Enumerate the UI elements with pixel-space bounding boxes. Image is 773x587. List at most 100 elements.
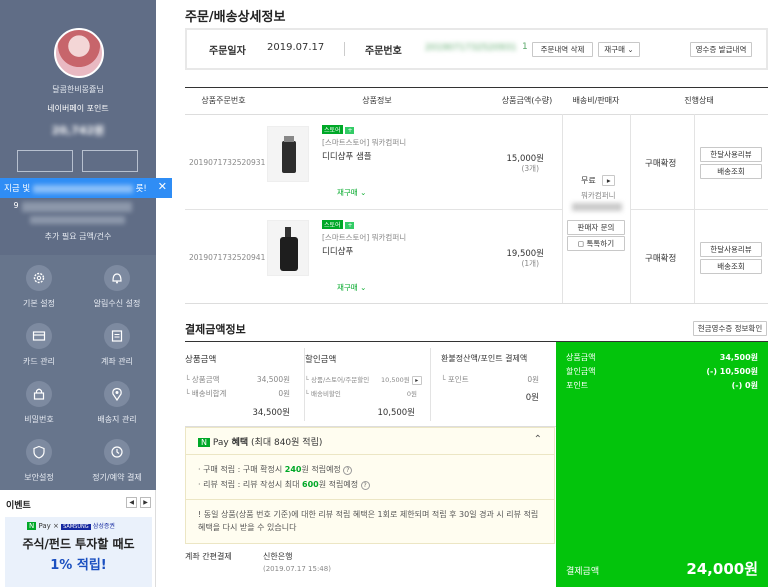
user-greeting: 달콤한비몽쥴님 xyxy=(52,85,104,94)
menu-card-management[interactable]: 카드 관리 xyxy=(0,315,78,373)
menu-security-settings[interactable]: 보안설정 xyxy=(0,431,78,489)
reorder-link[interactable]: 재구매 ⌄ xyxy=(337,282,366,293)
shipping-info-icon[interactable]: ▸ xyxy=(602,175,616,186)
line-value-text: 10,500원 xyxy=(381,376,410,384)
points-value: 20,742원 xyxy=(51,124,105,137)
cash-receipt-button[interactable]: 현금영수증 정보확인 xyxy=(693,321,767,336)
menu-recurring-payment[interactable]: 정기/예약 결제 xyxy=(78,431,156,489)
line-value: 0원 xyxy=(406,390,417,398)
prev-arrow-icon[interactable]: ◀ xyxy=(126,497,138,508)
monthly-review-button[interactable]: 한달사용리뷰 xyxy=(700,242,762,257)
menu-password[interactable]: 비밀번호 xyxy=(0,373,78,431)
gear-icon xyxy=(26,265,52,291)
event-brand-row: N Pay × SAMSUNG 삼성증권 xyxy=(27,522,115,530)
reorder-link[interactable]: 재구매 ⌄ xyxy=(337,187,366,198)
row-divider xyxy=(630,209,768,210)
product-image[interactable] xyxy=(267,126,309,182)
npay-review-reward: · 리뷰 적립 : 리뷰 작성시 최대 600원 적립예정 ? xyxy=(198,479,370,490)
line-label-text: 상품/스토어/주문할인 xyxy=(310,376,370,384)
reward-post: 원 적립예정 xyxy=(301,465,341,474)
store-badge: 스토어 + xyxy=(322,220,355,230)
menu-notification-settings[interactable]: 알림수신 설정 xyxy=(78,257,156,315)
line-label: └ 포인트 xyxy=(441,375,469,384)
help-icon[interactable]: ? xyxy=(360,481,370,490)
payment-title: 결제금액정보 xyxy=(185,323,246,336)
menu-label: 카드 관리 xyxy=(23,357,55,366)
discount-detail-icon[interactable]: ▸ xyxy=(411,376,422,385)
menu-label: 정기/예약 결제 xyxy=(92,473,142,482)
card-icon xyxy=(26,323,52,349)
chevron-down-icon: ⌄ xyxy=(360,188,367,197)
tooltip-banner[interactable]: 지금 빛 릇! ✕ xyxy=(0,178,172,198)
order-no: 2019071732520931 xyxy=(425,43,517,53)
status-text: 구매확정 xyxy=(645,159,677,169)
close-icon[interactable]: ✕ xyxy=(158,180,167,193)
summary-label: 할인금액 xyxy=(566,367,596,376)
product-image[interactable] xyxy=(267,220,309,276)
seller-name[interactable]: 뭐카컴퍼니 xyxy=(581,190,616,201)
menu-account-management[interactable]: 계좌 관리 xyxy=(78,315,156,373)
payment-method-label: 계좌 간편결제 xyxy=(185,552,232,561)
event-banner[interactable]: N Pay × SAMSUNG 삼성증권 주식/펀드 투자할 때도 1% 적립! xyxy=(5,517,152,587)
avatar[interactable] xyxy=(54,28,104,78)
seller-inquiry-button[interactable]: 판매자 문의 xyxy=(567,220,625,235)
event-brand-pay: Pay xyxy=(38,522,51,530)
product-amount-label: 상품금액 xyxy=(185,355,217,365)
table-header-border xyxy=(185,114,768,115)
order-no-label: 주문번호 xyxy=(365,46,402,57)
menu-label: 알림수신 설정 xyxy=(93,299,141,308)
chevron-up-icon[interactable]: ⌃ xyxy=(534,434,542,445)
blurred-button-right[interactable] xyxy=(82,150,138,172)
delete-order-button[interactable]: 주문내역 삭제 xyxy=(532,42,593,57)
menu-address-management[interactable]: 배송지 관리 xyxy=(78,373,156,431)
npay-benefit-panel: N Pay 혜택 (최대 840원 적립) ⌃ · 구매 적립 : 구매 확정시… xyxy=(185,427,555,544)
next-arrow-icon[interactable]: ▶ xyxy=(140,497,151,508)
blurred-button-left[interactable] xyxy=(17,150,73,172)
summary-row: 포인트 (-) 0원 xyxy=(566,380,758,391)
profile-panel: 달콤한비몽쥴님 네이버페이 포인트 20,742원 9 추가 필요 금액/건수 xyxy=(0,0,156,255)
product-name[interactable]: 디디샴푸 샘플 xyxy=(322,150,372,162)
banner-text: 지금 빛 xyxy=(4,184,31,194)
col-divider xyxy=(430,348,431,421)
blurred-info xyxy=(22,202,132,212)
line-value: 34,500원 xyxy=(256,375,290,384)
reorder-link-label: 재구매 xyxy=(337,283,358,292)
line-label: └ 상품금액 xyxy=(185,375,220,384)
reward-post: 원 적립예정 xyxy=(318,480,359,489)
monthly-review-button[interactable]: 한달사용리뷰 xyxy=(700,147,762,162)
product-name[interactable]: 디디샴푸 xyxy=(322,245,353,257)
reorder-dropdown[interactable]: 재구매 ⌄ xyxy=(598,42,640,57)
location-icon xyxy=(104,381,130,407)
col-divider xyxy=(562,114,563,304)
line-label: └ 배송비할인 xyxy=(305,390,341,398)
npay-title-detail: (최대 840원 적립) xyxy=(251,438,323,448)
track-delivery-button[interactable]: 배송조회 xyxy=(700,164,762,179)
table-top-border xyxy=(185,87,768,88)
receipt-history-button[interactable]: 영수증 발급내역 xyxy=(690,42,752,57)
order-summary-box: 주문일자 2019.07.17 주문번호 2019071732520931 1 … xyxy=(185,28,768,70)
reward-pre: · 구매 적립 : 구매 확정시 xyxy=(198,465,283,474)
chevron-down-icon: ⌄ xyxy=(360,283,367,292)
menu-basic-settings[interactable]: 기본 설정 xyxy=(0,257,78,315)
summary-value: (-) 0원 xyxy=(731,381,758,390)
track-delivery-button[interactable]: 배송조회 xyxy=(700,259,762,274)
refund-label: 환불정산액/포인트 결제액 xyxy=(441,354,528,363)
clock-icon xyxy=(104,439,130,465)
shipping-fee: 무료 ▸ xyxy=(581,175,616,186)
store-name[interactable]: [스마트스토어] 뭐카컴퍼니 xyxy=(322,137,406,148)
store-badge: 스토어 + xyxy=(322,125,355,135)
line-label-text: 배송비할인 xyxy=(310,390,341,398)
store-name[interactable]: [스마트스토어] 뭐카컴퍼니 xyxy=(322,232,406,243)
th-product-info: 상품정보 xyxy=(362,96,392,105)
npay-title-pre: 혜택 xyxy=(231,438,249,448)
th-price-qty: 상품금액(수량) xyxy=(501,96,553,105)
summary-value: 34,500원 xyxy=(719,353,758,362)
payment-breakdown: 상품금액 └ 상품금액 34,500원 └ 배송비합계 0원 34,500원 할… xyxy=(185,342,556,427)
order-date: 2019.07.17 xyxy=(267,42,325,53)
help-icon[interactable]: ? xyxy=(343,466,353,475)
table-row-order-no: 2019071732520931 xyxy=(189,158,266,167)
talk-button[interactable]: ◻ 톡톡하기 xyxy=(567,236,625,251)
blurred-seller-info xyxy=(572,203,622,211)
th-status: 진행상태 xyxy=(684,96,714,105)
event-nav: ◀ ▶ xyxy=(126,497,151,508)
